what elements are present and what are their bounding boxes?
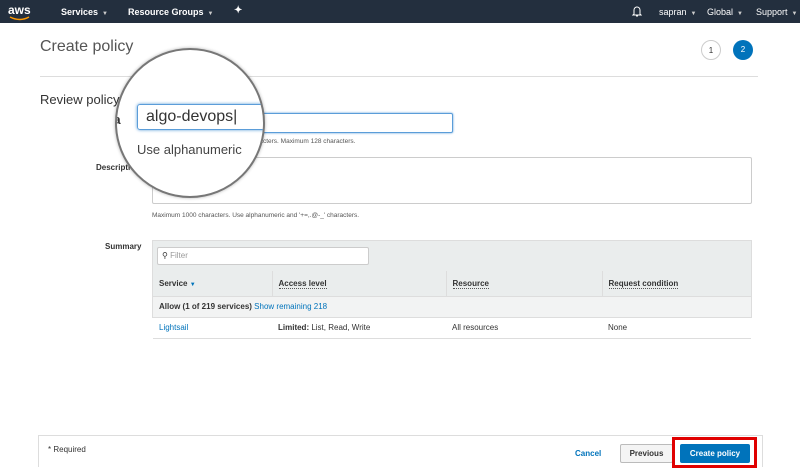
bell-icon[interactable] <box>631 5 643 19</box>
aws-logo[interactable]: aws <box>8 3 31 21</box>
required-note: * Required <box>48 445 86 454</box>
sort-down-icon: ▼ <box>189 281 196 288</box>
resource-cell: All resources <box>452 323 499 332</box>
col-service[interactable]: Service ▼ <box>153 271 273 296</box>
support-menu[interactable]: Support ▼ <box>756 7 797 17</box>
chevron-down-icon: ▼ <box>791 11 798 17</box>
step-1[interactable]: 1 <box>701 40 721 60</box>
user-menu[interactable]: sapran ▼ <box>659 7 696 17</box>
pin-icon[interactable]: ✦ <box>234 5 242 16</box>
region-menu[interactable]: Global ▼ <box>707 7 743 17</box>
col-resource[interactable]: Resource <box>446 271 603 296</box>
chevron-down-icon: ▼ <box>207 11 214 17</box>
step-2[interactable]: 2 <box>733 40 753 60</box>
chevron-down-icon: ▼ <box>102 11 108 17</box>
chevron-down-icon: ▼ <box>690 11 697 17</box>
summary-table: ⚲ Filter Service ▼ Access level Resource… <box>152 240 752 338</box>
table-header: Service ▼ Access level Resource Request … <box>153 271 751 296</box>
show-remaining-link[interactable]: Show remaining 218 <box>254 302 327 311</box>
resource-groups-menu[interactable]: Resource Groups ▼ <box>128 7 213 17</box>
section-heading: Review policy <box>40 92 120 107</box>
create-policy-button[interactable]: Create policy <box>680 444 750 463</box>
magnified-name-input: algo-devops| <box>137 104 263 130</box>
filter-input[interactable]: ⚲ Filter <box>157 247 369 265</box>
page-title: Create policy <box>40 38 134 55</box>
description-hint: Maximum 1000 characters. Use alphanumeri… <box>152 212 360 219</box>
magnifier: Na algo-devops| Use alphanumeric <box>115 48 265 198</box>
chevron-down-icon: ▼ <box>737 11 743 17</box>
search-icon: ⚲ <box>162 251 168 260</box>
group-row: Allow (1 of 219 services) Show remaining… <box>153 296 751 317</box>
col-request-condition[interactable]: Request condition <box>602 271 751 296</box>
smile-icon <box>9 16 30 21</box>
col-access-level[interactable]: Access level <box>272 271 447 296</box>
previous-button[interactable]: Previous <box>620 444 673 463</box>
summary-label: Summary <box>105 242 142 251</box>
cancel-button[interactable]: Cancel <box>575 449 601 458</box>
condition-cell: None <box>608 323 628 332</box>
top-nav: aws Services ▼ Resource Groups ▼ ✦ sapran ▼… <box>0 0 800 23</box>
access-cell: Limited: List, Read, Write <box>278 323 371 332</box>
footer-bar: * Required Cancel Previous Create policy <box>38 435 763 468</box>
service-link[interactable]: Lightsail <box>153 317 272 338</box>
table-row: Lightsail Limited: List, Read, Write All… <box>153 317 751 338</box>
services-menu[interactable]: Services ▼ <box>61 7 108 17</box>
